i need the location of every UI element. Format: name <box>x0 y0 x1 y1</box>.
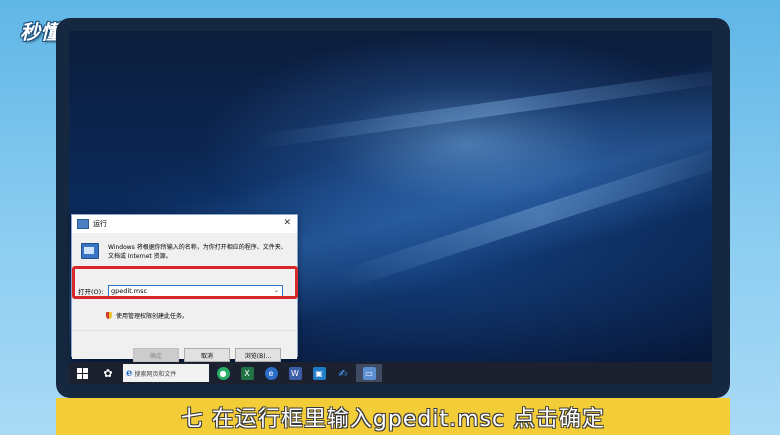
app-icon: ▣ <box>312 366 326 380</box>
wallpaper-light-beam <box>336 141 712 291</box>
run-dialog-titlebar[interactable]: 运行 ✕ <box>72 215 297 233</box>
task-view-button[interactable]: ✿ <box>95 362 121 384</box>
cancel-button[interactable]: 取消 <box>184 348 230 362</box>
taskbar-app-word[interactable]: W <box>284 364 306 382</box>
admin-note: 使用管理权限创建此任务。 <box>116 313 189 320</box>
browse-button[interactable]: 浏览(B)... <box>235 348 281 362</box>
highlight-box <box>72 266 298 299</box>
word-icon: W <box>288 366 302 380</box>
taskbar-app-wechat[interactable]: ● <box>212 364 234 382</box>
task-view-icon: ✿ <box>103 366 113 380</box>
run-dialog-title: 运行 <box>93 220 107 228</box>
shield-icon <box>106 312 112 319</box>
taskbar-app-browser[interactable]: e <box>260 364 282 382</box>
button-area: 确定 取消 浏览(B)... <box>72 330 297 362</box>
taskbar-app-excel[interactable]: X <box>236 364 258 382</box>
windows-start-icon <box>76 367 88 379</box>
taskbar-app-run[interactable]: ▭ <box>356 364 382 382</box>
taskbar: ✿ e 搜索网页和文件 ● X e W ▣ ✍ ▭ <box>69 362 712 384</box>
taskbar-app-generic[interactable]: ▣ <box>308 364 330 382</box>
run-icon: ▭ <box>362 366 376 380</box>
start-button[interactable] <box>69 362 95 384</box>
wallpaper-light-beam <box>250 66 712 150</box>
edge-icon: e <box>126 367 133 379</box>
caption-text: 七 在运行框里输入gpedit.msc 点击确定 <box>180 406 606 432</box>
wechat-icon: ● <box>216 366 230 380</box>
pin-icon: ✍ <box>338 366 348 380</box>
taskbar-app-pin[interactable]: ✍ <box>332 364 354 382</box>
close-icon[interactable]: ✕ <box>283 218 291 228</box>
run-program-icon <box>81 243 99 259</box>
caption-bar: 七 在运行框里输入gpedit.msc 点击确定 <box>56 398 730 435</box>
taskbar-search[interactable]: e 搜索网页和文件 <box>123 364 209 382</box>
excel-icon: X <box>240 366 254 380</box>
browser-icon: e <box>264 366 278 380</box>
admin-note-row: 使用管理权限创建此任务。 <box>106 311 188 320</box>
taskbar-search-text: 搜索网页和文件 <box>134 370 177 378</box>
ok-button[interactable]: 确定 <box>133 348 179 362</box>
run-description: Windows 将根据你所输入的名称，为你打开相应的程序、文件夹、文档或 Int… <box>108 244 287 260</box>
run-window-icon <box>77 219 89 229</box>
